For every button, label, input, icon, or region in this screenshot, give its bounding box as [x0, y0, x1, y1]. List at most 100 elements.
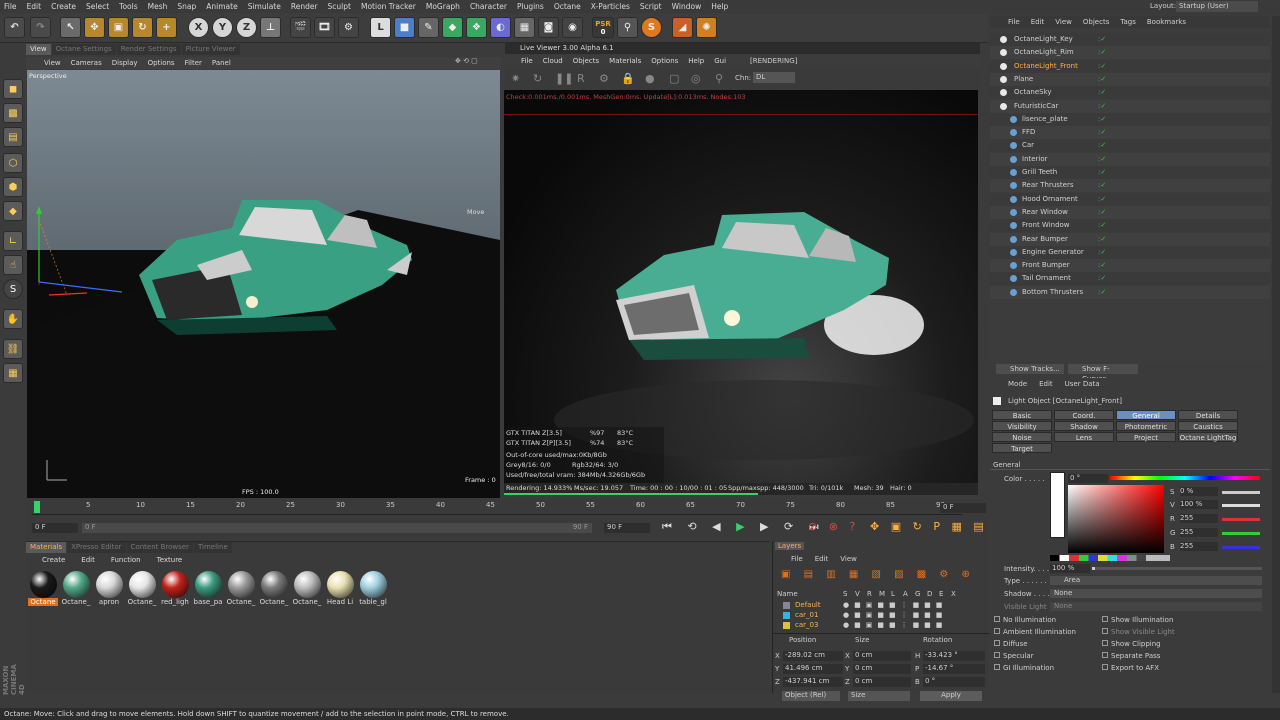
menu-window[interactable]: Window	[672, 2, 702, 11]
object-visibility-toggles[interactable]: :✓	[1098, 246, 1106, 259]
menu-octane[interactable]: Octane	[554, 2, 581, 11]
live-viewer-menu-item[interactable]: Gui	[714, 57, 726, 65]
light-option-left[interactable]: GI Illumination	[994, 664, 1094, 674]
light-option-right[interactable]: Show Illumination	[1102, 616, 1202, 626]
color-swatch[interactable]	[1050, 472, 1065, 538]
menu-character[interactable]: Character	[470, 2, 507, 11]
viewport-menu-item[interactable]: Options	[148, 59, 175, 67]
hue-slider[interactable]	[1110, 476, 1260, 480]
rotation-p-field[interactable]: -14.67 °	[923, 664, 985, 674]
points-mode-icon[interactable]: ⬡	[3, 153, 23, 173]
red-field[interactable]: 255	[1180, 514, 1218, 523]
material-item[interactable]: base_pa	[193, 571, 223, 611]
record-keys-buttons[interactable]: ⊘ ⊗ ?	[808, 520, 859, 533]
attribute-menu-item[interactable]: Edit	[1039, 380, 1053, 388]
light-option-left[interactable]: Ambient Illumination	[994, 628, 1094, 638]
object-visibility-toggles[interactable]: :✓	[1098, 86, 1106, 99]
menu-sculpt[interactable]: Sculpt	[328, 2, 351, 11]
layer-color-swatch[interactable]	[783, 622, 790, 629]
object-row[interactable]: Hood Ornament:✓	[990, 192, 1270, 206]
material-item[interactable]: table_gl	[358, 571, 388, 611]
saturation-field[interactable]: 0 %	[1180, 487, 1218, 496]
tweak-mode-icon[interactable]: ☝	[3, 255, 23, 275]
playhead[interactable]	[34, 501, 40, 513]
start-frame-field[interactable]: 0 F	[32, 523, 78, 533]
object-row[interactable]: OctaneSky:✓	[990, 86, 1270, 100]
object-visibility-toggles[interactable]: :✓	[1098, 179, 1106, 192]
coord-mode-select[interactable]: Object (Rel)	[782, 691, 840, 701]
attribute-menu-item[interactable]: Mode	[1008, 380, 1027, 388]
object-row[interactable]: OctaneLight_Key:✓	[990, 33, 1270, 46]
z-axis-button[interactable]: Z	[236, 17, 257, 38]
menu-edit[interactable]: Edit	[27, 2, 42, 11]
type-select[interactable]: Area	[1050, 576, 1262, 585]
perspective-viewport[interactable]: Perspective Move FPS : 100.0 Frame : 0	[27, 70, 500, 498]
object-visibility-toggles[interactable]: :✓	[1098, 286, 1106, 299]
object-visibility-toggles[interactable]: :✓	[1098, 233, 1106, 246]
viewport-nav-icons[interactable]: ✥ ⟲ ▢	[455, 57, 478, 65]
viewport-menu-item[interactable]: View	[44, 59, 61, 67]
object-menu-item[interactable]: Edit	[1031, 18, 1045, 26]
attribute-tab[interactable]: Target	[992, 443, 1052, 453]
color-picker-square[interactable]	[1068, 485, 1164, 553]
material-item[interactable]: Octane_	[61, 571, 91, 611]
attribute-tab[interactable]: Project	[1116, 432, 1176, 442]
live-viewer-menu-item[interactable]: File	[521, 57, 533, 65]
object-row[interactable]: lisence_plate:✓	[990, 112, 1270, 126]
script-icon[interactable]: S	[641, 17, 662, 38]
menu-create[interactable]: Create	[51, 2, 76, 11]
light-option-right[interactable]: Separate Pass	[1102, 652, 1202, 662]
clay-icon[interactable]: ▢	[669, 72, 679, 85]
rotation-b-field[interactable]: 0 °	[923, 677, 985, 687]
object-visibility-toggles[interactable]: :✓	[1098, 100, 1106, 113]
coord-size-select[interactable]: Size	[848, 691, 910, 701]
snap-icon[interactable]: ⚲	[617, 17, 638, 38]
layer-color-swatch[interactable]	[783, 602, 790, 609]
object-visibility-toggles[interactable]: :✓	[1098, 113, 1106, 126]
camera-icon[interactable]: ◙	[538, 17, 559, 38]
live-viewer-menu-item[interactable]: Help	[688, 57, 704, 65]
menu-help[interactable]: Help	[711, 2, 728, 11]
object-row[interactable]: Plane:✓	[990, 72, 1270, 86]
deformer-icon[interactable]: ◐	[490, 17, 511, 38]
object-menu-item[interactable]: View	[1055, 18, 1072, 26]
menu-select[interactable]: Select	[86, 2, 109, 11]
menu-simulate[interactable]: Simulate	[248, 2, 281, 11]
position-z-field[interactable]: -437.941 cm	[783, 677, 843, 687]
object-visibility-toggles[interactable]: :✓	[1098, 139, 1106, 152]
material-menu-item[interactable]: Function	[111, 556, 141, 564]
playback-controls[interactable]: ⏮ ⟲ ◀ ▶ ▶ ⟳ ⏭	[662, 520, 825, 534]
live-viewer-menu-item[interactable]: Materials	[609, 57, 641, 65]
attribute-tab[interactable]: Caustics	[1178, 421, 1238, 431]
object-visibility-toggles[interactable]: :✓	[1098, 219, 1106, 232]
layer-color-swatch[interactable]	[783, 612, 790, 619]
position-x-field[interactable]: -289.02 cm	[783, 651, 843, 661]
add-tool-button[interactable]: +	[156, 17, 177, 38]
layer-row[interactable]: car_01 ●■▣■■⋮■■■	[777, 611, 977, 620]
object-row[interactable]: Bottom Thrusters:✓	[990, 285, 1270, 299]
spline-pen-icon[interactable]: ✎	[418, 17, 439, 38]
light-option-left[interactable]: Specular	[994, 652, 1094, 662]
sculpt-icon[interactable]: ✋	[3, 309, 23, 329]
viewport-tab[interactable]: Octane Settings	[51, 44, 116, 55]
layers-tab[interactable]: Layers	[775, 542, 805, 550]
object-row[interactable]: Interior:✓	[990, 152, 1270, 166]
key-mode-buttons[interactable]: ✥ ▣ ↻ P ▦ ▤	[870, 520, 988, 533]
object-row[interactable]: Rear Bumper:✓	[990, 232, 1270, 246]
redo-button[interactable]: ↷	[30, 17, 51, 38]
psr-button[interactable]: PSR 0	[592, 17, 614, 38]
viewport-tab[interactable]: Render Settings	[116, 44, 181, 55]
object-row[interactable]: Engine Generator:✓	[990, 245, 1270, 259]
current-frame-field[interactable]: 0 F	[940, 503, 986, 513]
viewport-menu-item[interactable]: Filter	[185, 59, 202, 67]
region-render-icon[interactable]: R	[577, 72, 585, 85]
material-menu-item[interactable]: Create	[42, 556, 65, 564]
material-menu-item[interactable]: Texture	[157, 556, 183, 564]
visible-light-select[interactable]: None	[1050, 602, 1262, 611]
light-option-right[interactable]: Export to AFX	[1102, 664, 1202, 674]
object-visibility-toggles[interactable]: :✓	[1098, 46, 1106, 59]
object-visibility-toggles[interactable]: :✓	[1098, 73, 1106, 86]
show-fcurves-button[interactable]: Show F-Curves...	[1068, 364, 1138, 383]
model-mode-icon[interactable]: ◼	[3, 79, 23, 99]
layers-menu-item[interactable]: Edit	[815, 555, 829, 563]
